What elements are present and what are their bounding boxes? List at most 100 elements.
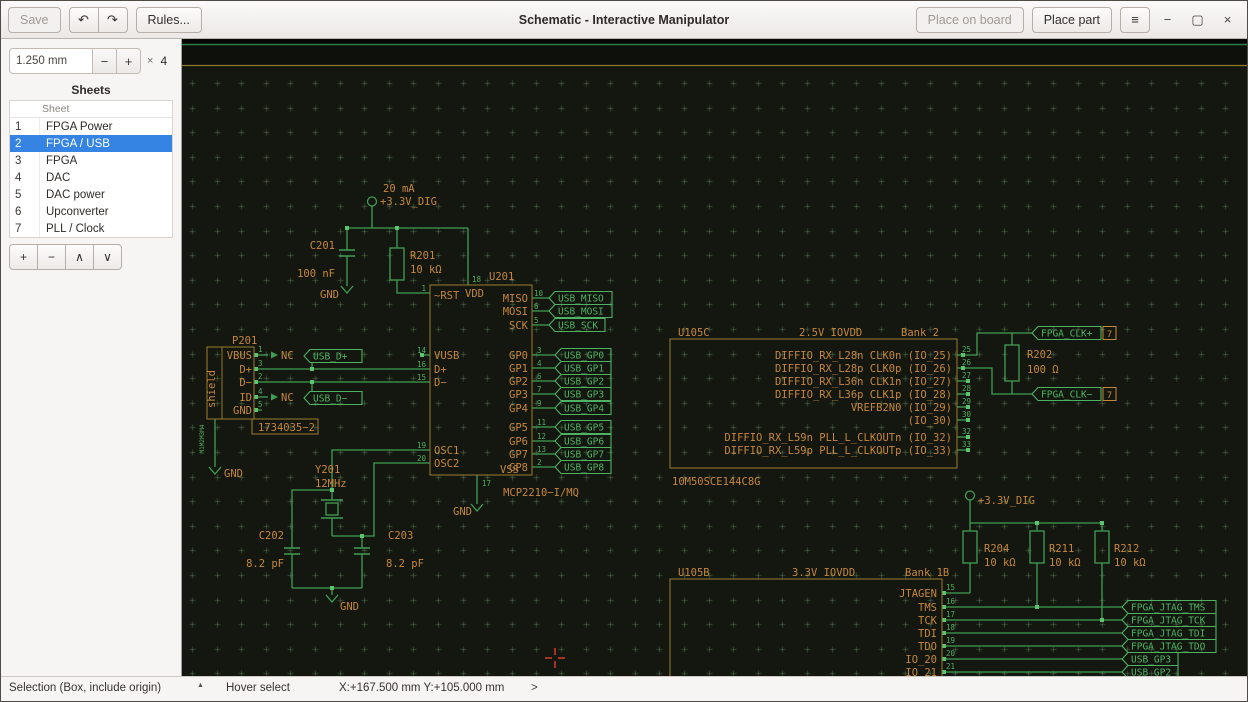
svg-text:5: 5 (534, 316, 539, 325)
svg-text:OSC1: OSC1 (434, 445, 459, 457)
svg-text:JTAGEN: JTAGEN (899, 588, 937, 600)
sheet-number: 5 (10, 186, 40, 203)
sheets-title: Sheets (1, 83, 181, 97)
undo-button[interactable]: ↶ (69, 7, 99, 33)
svg-text:13: 13 (537, 445, 546, 454)
svg-text:VSS: VSS (500, 464, 519, 476)
svg-text:TMS: TMS (918, 602, 937, 614)
svg-text:+3.3V_DIG: +3.3V_DIG (380, 196, 437, 208)
sheet-column-header[interactable]: Sheet (10, 101, 172, 118)
svg-text:32: 32 (962, 427, 971, 436)
titlebar: Save ↶ ↷ Rules... Schematic - Interactiv… (1, 1, 1247, 39)
sheet-row[interactable]: 1FPGA Power (10, 118, 172, 135)
app-window: Save ↶ ↷ Rules... Schematic - Interactiv… (0, 0, 1248, 702)
svg-text:DIFFIO_RX_L28p CLK0p (IO_26): DIFFIO_RX_L28p CLK0p (IO_26) (775, 363, 952, 375)
schematic-svg[interactable]: 20 mA+3.3V_DIGC201100 nFR20110 kΩU201~RS… (182, 39, 1247, 676)
svg-text:11: 11 (537, 418, 546, 427)
sidebar: − + × 4 Sheets Sheet 1FPGA Power2FPGA / … (1, 39, 182, 676)
grid-decrease-button[interactable]: − (92, 48, 117, 74)
svg-text:DIFFIO_RX_L59p PLL_L_CLKOUTp (: DIFFIO_RX_L59p PLL_L_CLKOUTp (IO_33) (724, 445, 952, 457)
svg-text:M1M2M3M4: M1M2M3M4 (199, 424, 206, 453)
place-part-button[interactable]: Place part (1032, 7, 1112, 33)
add-sheet-button[interactable]: + (9, 244, 38, 270)
svg-text:17: 17 (946, 610, 955, 619)
schematic-labels[interactable]: 20 mA+3.3V_DIGC201100 nFR20110 kΩU201~RS… (199, 183, 1146, 676)
svg-text:GP5: GP5 (509, 422, 528, 434)
sheet-row[interactable]: 2FPGA / USB (10, 135, 172, 152)
sheet-row[interactable]: 4DAC (10, 169, 172, 186)
sheet-row[interactable]: 3FPGA (10, 152, 172, 169)
svg-text:Y201: Y201 (315, 464, 340, 476)
svg-text:shield: shield (206, 370, 218, 408)
svg-text:3.3V IOVDD: 3.3V IOVDD (792, 567, 855, 579)
svg-text:R204: R204 (984, 543, 1009, 555)
cursor-coordinates: X:+167.500 mm Y:+105.000 mm (339, 682, 504, 694)
svg-text:12: 12 (537, 432, 546, 441)
svg-text:8.2 pF: 8.2 pF (386, 558, 424, 570)
maximize-icon: ▢ (1191, 12, 1203, 27)
sheet-number: 3 (10, 152, 40, 169)
rules-button[interactable]: Rules... (136, 7, 202, 33)
save-button[interactable]: Save (8, 7, 61, 33)
selection-mode-button[interactable]: Selection (Box, include origin) (9, 682, 161, 694)
sheet-row[interactable]: 7PLL / Clock (10, 220, 172, 237)
svg-text:10 kΩ: 10 kΩ (1049, 557, 1081, 569)
toolbar-right: Place on board Place part ≡ − ▢ × (916, 7, 1240, 33)
svg-text:C203: C203 (388, 530, 413, 542)
svg-text:8.2 pF: 8.2 pF (246, 558, 284, 570)
sheet-row[interactable]: 6Upconverter (10, 203, 172, 220)
svg-text:TDO: TDO (918, 641, 937, 653)
menu-button[interactable]: ≡ (1120, 7, 1150, 33)
remove-sheet-button[interactable]: − (37, 244, 66, 270)
svg-text:27: 27 (962, 371, 971, 380)
svg-text:USB_GP3: USB_GP3 (1131, 655, 1171, 666)
minimize-button[interactable]: − (1155, 7, 1180, 32)
svg-text:FPGA_JTAG_TCK: FPGA_JTAG_TCK (1131, 616, 1206, 627)
svg-text:DIFFIO_RX_L36n CLK1n (IO_27): DIFFIO_RX_L36n CLK1n (IO_27) (775, 376, 952, 388)
grid-multiplier-sign: × (147, 55, 153, 67)
svg-text:USB_GP6: USB_GP6 (564, 437, 604, 448)
svg-text:USB_GP5: USB_GP5 (564, 423, 604, 434)
svg-text:16: 16 (417, 360, 427, 369)
svg-text:3: 3 (537, 346, 542, 355)
svg-text:10 kΩ: 10 kΩ (410, 264, 442, 276)
maximize-button[interactable]: ▢ (1185, 7, 1210, 32)
grid-spacing-input[interactable] (9, 48, 93, 74)
svg-text:7: 7 (537, 385, 542, 394)
move-sheet-down-button[interactable]: ∨ (93, 244, 122, 270)
sheet-name: Upconverter (40, 206, 109, 218)
statusbar-expander[interactable]: > (531, 682, 538, 694)
svg-text:VBUS: VBUS (227, 350, 252, 362)
svg-text:SCK: SCK (509, 320, 529, 332)
close-button[interactable]: × (1215, 7, 1240, 32)
svg-text:10: 10 (534, 289, 544, 298)
svg-text:GP4: GP4 (509, 403, 528, 415)
sheet-name: PLL / Clock (40, 223, 104, 235)
svg-text:100 Ω: 100 Ω (1027, 364, 1059, 376)
place-on-board-button[interactable]: Place on board (916, 7, 1024, 33)
svg-text:9: 9 (537, 399, 542, 408)
svg-text:MISO: MISO (503, 293, 528, 305)
svg-text:R212: R212 (1114, 543, 1139, 555)
svg-text:GND: GND (340, 601, 359, 613)
sheet-row[interactable]: 5DAC power (10, 186, 172, 203)
svg-text:GP3: GP3 (509, 389, 528, 401)
svg-text:D−: D− (239, 377, 252, 389)
svg-text:33: 33 (962, 440, 971, 449)
svg-text:30: 30 (962, 410, 972, 419)
schematic-canvas[interactable]: 20 mA+3.3V_DIGC201100 nFR20110 kΩU201~RS… (182, 39, 1247, 676)
svg-text:D−: D− (434, 377, 447, 389)
sheet-number: 1 (10, 118, 40, 135)
move-sheet-up-button[interactable]: ∧ (65, 244, 94, 270)
svg-text:20 mA: 20 mA (383, 183, 415, 195)
svg-text:18: 18 (946, 623, 956, 632)
svg-text:USB_GP4: USB_GP4 (564, 404, 604, 415)
redo-button[interactable]: ↷ (98, 7, 128, 33)
grid-increase-button[interactable]: + (116, 48, 141, 74)
svg-text:NC: NC (281, 392, 294, 404)
svg-text:GND: GND (320, 289, 339, 301)
svg-text:(IO_30): (IO_30) (908, 415, 952, 427)
svg-text:GP2: GP2 (509, 376, 528, 388)
svg-text:P201: P201 (232, 335, 257, 347)
close-icon: × (1224, 12, 1232, 27)
